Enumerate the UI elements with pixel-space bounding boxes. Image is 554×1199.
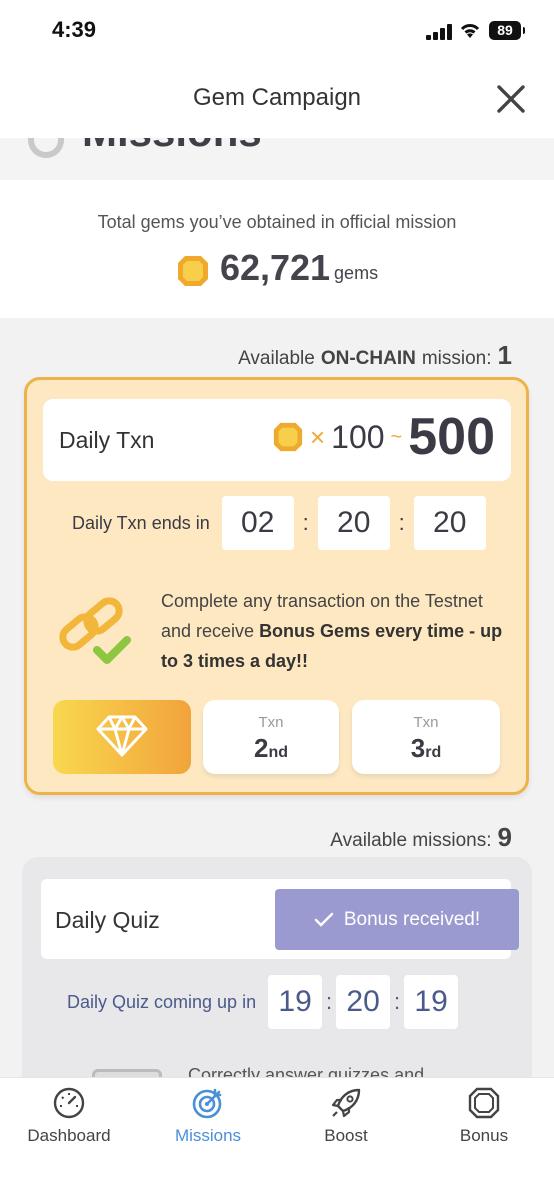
battery-indicator: 89 bbox=[489, 21, 525, 40]
timer-seconds: 19 bbox=[404, 975, 459, 1029]
txn-slot-1-completed bbox=[53, 700, 191, 774]
gem-icon bbox=[273, 422, 303, 452]
onchain-mission-count: Available ON-CHAIN mission: 1 bbox=[238, 340, 512, 370]
tab-missions[interactable]: Missions bbox=[148, 1086, 268, 1146]
status-bar: 4:39 89 bbox=[0, 0, 554, 62]
diamond-icon bbox=[96, 715, 148, 757]
daily-txn-timer: Daily Txn ends in 02 : 20 : 20 bbox=[72, 496, 486, 550]
section-header-peek: Missions bbox=[0, 138, 554, 180]
section-title: Missions bbox=[82, 138, 262, 156]
top-nav: Gem Campaign bbox=[0, 62, 554, 138]
tab-dashboard[interactable]: Dashboard bbox=[9, 1086, 129, 1146]
txn-slot-2: Txn 2nd bbox=[203, 700, 339, 774]
daily-quiz-timer: Daily Quiz coming up in 19 : 20 : 19 bbox=[67, 975, 459, 1029]
timer-minutes: 20 bbox=[317, 496, 390, 550]
daily-txn-title: Daily Txn bbox=[59, 427, 155, 453]
daily-quiz-title: Daily Quiz bbox=[55, 907, 160, 933]
timer-seconds: 20 bbox=[413, 496, 486, 550]
timer-label: Daily Txn ends in bbox=[72, 512, 210, 533]
target-icon bbox=[192, 1088, 222, 1119]
total-gems-unit: gems bbox=[334, 263, 379, 283]
gem-icon bbox=[177, 256, 208, 286]
available-missions-count: Available missions: 9 bbox=[330, 822, 512, 852]
timer-label: Daily Quiz coming up in bbox=[67, 991, 257, 1012]
check-icon bbox=[314, 912, 334, 927]
timer-hours: 19 bbox=[268, 975, 323, 1029]
cellular-signal-icon bbox=[426, 24, 452, 40]
timer-hours: 02 bbox=[221, 496, 294, 550]
gem-outline-icon bbox=[468, 1087, 500, 1119]
tab-boost[interactable]: Boost bbox=[286, 1086, 406, 1146]
speedometer-icon bbox=[53, 1087, 85, 1119]
daily-quiz-header: Daily Quiz Bonus received! bbox=[41, 879, 519, 959]
target-icon bbox=[28, 138, 64, 158]
close-icon[interactable] bbox=[494, 82, 528, 116]
rocket-icon bbox=[331, 1088, 361, 1118]
bonus-received-button[interactable]: Bonus received! bbox=[275, 889, 519, 950]
page-title: Gem Campaign bbox=[192, 84, 362, 111]
wifi-icon bbox=[460, 24, 480, 38]
total-gems-value: 62,721 bbox=[219, 247, 331, 288]
total-gems-panel: Total gems you’ve obtained in official m… bbox=[0, 180, 554, 318]
txn-slot-3: Txn 3rd bbox=[352, 700, 500, 774]
daily-txn-header: Daily Txn × 100 ~ 500 bbox=[43, 399, 511, 481]
status-time: 4:39 bbox=[52, 17, 97, 42]
tab-bonus[interactable]: Bonus bbox=[424, 1086, 544, 1146]
daily-txn-card: Daily Txn × 100 ~ 500 Daily Txn ends in … bbox=[24, 377, 529, 795]
timer-minutes: 20 bbox=[336, 975, 391, 1029]
daily-txn-reward: × 100 ~ 500 bbox=[272, 407, 495, 467]
chain-link-check-icon bbox=[59, 597, 131, 664]
daily-txn-description: Complete any transaction on the Testnet … bbox=[161, 591, 503, 671]
bottom-tab-bar: Dashboard Missions Boost Bonus bbox=[0, 1077, 554, 1199]
total-gems-label: Total gems you’ve obtained in official m… bbox=[97, 212, 457, 232]
